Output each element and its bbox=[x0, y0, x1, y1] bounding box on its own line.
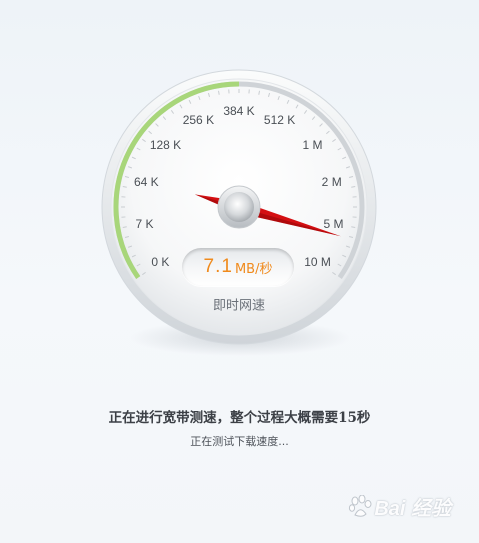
gauge-tick bbox=[122, 226, 127, 228]
gauge-scale-label: 1 M bbox=[302, 138, 323, 153]
watermark-text: Bai 经验 bbox=[374, 498, 451, 520]
gauge-scale-label: 512 K bbox=[263, 113, 296, 127]
speed-unit: MB/秒 bbox=[234, 261, 273, 277]
gauge-tick bbox=[351, 186, 356, 188]
gauge-scale-label: 10 M bbox=[304, 255, 331, 270]
speed-gauge: 0 K 7 K 64 K 128 K 256 K 384 K 512 K 1 M 2 M 5 M 1… bbox=[0, 0, 479, 380]
gauge-tick bbox=[258, 90, 260, 95]
gauge-scale-label: 128 K bbox=[149, 138, 182, 153]
gauge-caption: 即时网速 bbox=[212, 298, 266, 314]
baidu-jingyan-watermark: Bai 经验 bbox=[348, 492, 451, 521]
gauge-scale-label: 384 K bbox=[223, 104, 255, 118]
speed-value: 7.1 bbox=[203, 256, 233, 277]
gauge-scale-label: 64 K bbox=[133, 175, 159, 190]
gauge-scale-label: 7 K bbox=[135, 216, 154, 231]
gauge-tick bbox=[122, 186, 127, 188]
gauge-hub bbox=[224, 192, 254, 222]
status-title: 正在进行宽带测速，整个过程大概需要15秒 bbox=[108, 410, 371, 426]
gauge-tick bbox=[351, 226, 356, 228]
gauge-dial bbox=[101, 69, 377, 356]
paw-logo-icon bbox=[349, 494, 372, 517]
speed-readout: 7.1 MB/秒 bbox=[182, 248, 294, 286]
gauge-scale-label: 256 K bbox=[182, 113, 215, 127]
gauge-scale-label: 0 K bbox=[151, 255, 170, 270]
gauge-scale-label: 5 M bbox=[323, 216, 344, 231]
gauge-tick bbox=[218, 90, 220, 95]
gauge-scale-label: 2 M bbox=[321, 175, 342, 190]
status-subtitle: 正在测试下载速度... bbox=[190, 435, 289, 448]
